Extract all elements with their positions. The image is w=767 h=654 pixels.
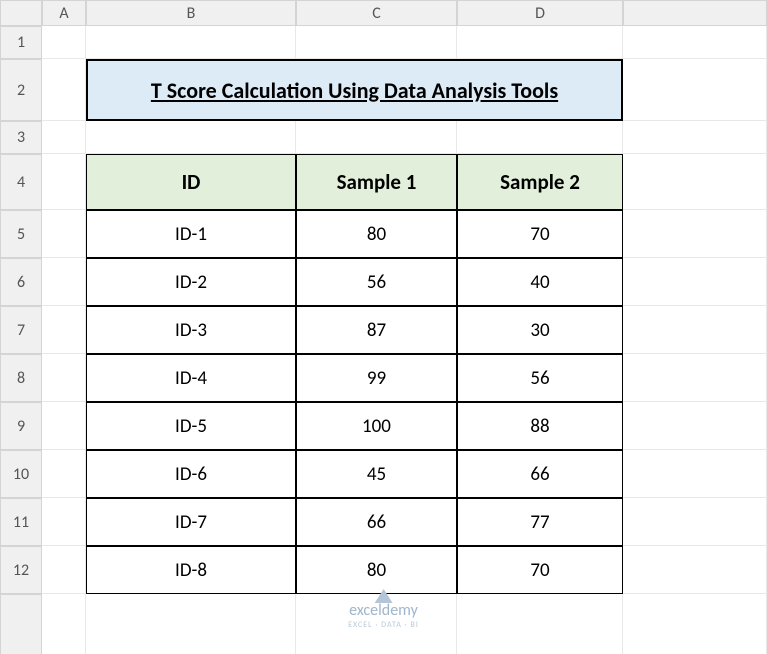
table-row[interactable]: 66 (296, 498, 457, 546)
row-header-12[interactable]: 12 (0, 546, 42, 594)
row-header-6[interactable]: 6 (0, 258, 42, 306)
table-row[interactable]: ID-4 (86, 354, 296, 402)
table-header-id[interactable]: ID (86, 154, 296, 210)
table-row[interactable]: ID-1 (86, 210, 296, 258)
cell-a12[interactable] (42, 546, 86, 594)
row-header-7[interactable]: 7 (0, 306, 42, 354)
cell-d3[interactable] (457, 121, 623, 154)
cell-e5[interactable] (623, 210, 767, 258)
table-row[interactable]: 80 (296, 546, 457, 594)
row-header-4[interactable]: 4 (0, 154, 42, 210)
cell-a9[interactable] (42, 402, 86, 450)
table-row[interactable]: ID-6 (86, 450, 296, 498)
cell-a13[interactable] (42, 594, 86, 654)
table-row[interactable]: ID-2 (86, 258, 296, 306)
cell-e13[interactable] (623, 594, 767, 654)
table-row[interactable]: ID-8 (86, 546, 296, 594)
row-header-5[interactable]: 5 (0, 210, 42, 258)
cell-b3[interactable] (86, 121, 296, 154)
cell-a3[interactable] (42, 121, 86, 154)
table-row[interactable]: 56 (457, 354, 623, 402)
cell-e1[interactable] (623, 26, 767, 59)
table-header-sample1[interactable]: Sample 1 (296, 154, 457, 210)
table-row[interactable]: 99 (296, 354, 457, 402)
cell-d13[interactable] (457, 594, 623, 654)
cell-e12[interactable] (623, 546, 767, 594)
row-header-10[interactable]: 10 (0, 450, 42, 498)
table-row[interactable]: 66 (457, 450, 623, 498)
col-header-extra[interactable] (623, 0, 767, 26)
cell-e11[interactable] (623, 498, 767, 546)
table-row[interactable]: 70 (457, 210, 623, 258)
cell-e10[interactable] (623, 450, 767, 498)
row-header-2[interactable]: 2 (0, 59, 42, 121)
sheet-title[interactable]: T Score Calculation Using Data Analysis … (86, 59, 623, 121)
cell-a6[interactable] (42, 258, 86, 306)
table-row[interactable]: 80 (296, 210, 457, 258)
col-header-c[interactable]: C (296, 0, 457, 26)
cell-e6[interactable] (623, 258, 767, 306)
table-row[interactable]: ID-7 (86, 498, 296, 546)
table-row[interactable]: 87 (296, 306, 457, 354)
table-row[interactable]: 77 (457, 498, 623, 546)
row-header-11[interactable]: 11 (0, 498, 42, 546)
row-header-3[interactable]: 3 (0, 121, 42, 154)
row-header-13[interactable] (0, 594, 42, 654)
table-row[interactable]: 40 (457, 258, 623, 306)
select-all-corner[interactable] (0, 0, 42, 26)
cell-a5[interactable] (42, 210, 86, 258)
cell-a2[interactable] (42, 59, 86, 121)
cell-d1[interactable] (457, 26, 623, 59)
cell-e4[interactable] (623, 154, 767, 210)
cell-e9[interactable] (623, 402, 767, 450)
table-row[interactable]: 100 (296, 402, 457, 450)
cell-b1[interactable] (86, 26, 296, 59)
cell-a7[interactable] (42, 306, 86, 354)
table-row[interactable]: 88 (457, 402, 623, 450)
table-row[interactable]: 56 (296, 258, 457, 306)
col-header-b[interactable]: B (86, 0, 296, 26)
table-row[interactable]: 45 (296, 450, 457, 498)
cell-e2[interactable] (623, 59, 767, 121)
table-row[interactable]: ID-5 (86, 402, 296, 450)
table-row[interactable]: 30 (457, 306, 623, 354)
cell-c1[interactable] (296, 26, 457, 59)
col-header-d[interactable]: D (457, 0, 623, 26)
row-header-9[interactable]: 9 (0, 402, 42, 450)
row-header-8[interactable]: 8 (0, 354, 42, 402)
row-header-1[interactable]: 1 (0, 26, 42, 59)
cell-e3[interactable] (623, 121, 767, 154)
table-row[interactable]: 70 (457, 546, 623, 594)
table-header-sample2[interactable]: Sample 2 (457, 154, 623, 210)
cell-a10[interactable] (42, 450, 86, 498)
cell-c3[interactable] (296, 121, 457, 154)
spreadsheet-grid: A B C D 1 2 T Score Calculation Using Da… (0, 0, 767, 654)
cell-c13[interactable] (296, 594, 457, 654)
cell-a8[interactable] (42, 354, 86, 402)
cell-e8[interactable] (623, 354, 767, 402)
table-row[interactable]: ID-3 (86, 306, 296, 354)
cell-e7[interactable] (623, 306, 767, 354)
cell-a4[interactable] (42, 154, 86, 210)
cell-a1[interactable] (42, 26, 86, 59)
col-header-a[interactable]: A (42, 0, 86, 26)
cell-a11[interactable] (42, 498, 86, 546)
cell-b13[interactable] (86, 594, 296, 654)
